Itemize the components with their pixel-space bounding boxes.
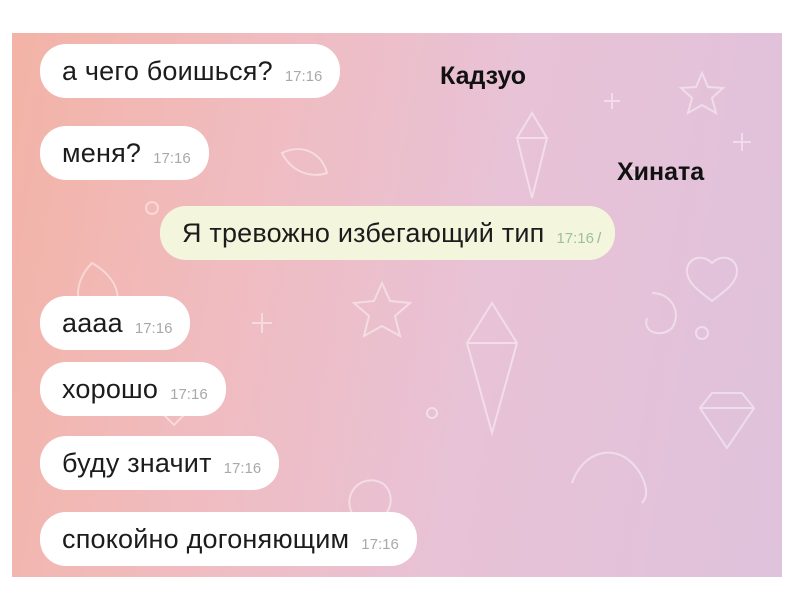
message-text: Я тревожно избегающий тип [182,217,545,248]
message-time: 17:16 [153,149,191,167]
message-bubble[interactable]: меня? 17:16 [40,126,209,180]
message-time: 17:16 [556,229,594,247]
message-time: 17:16 [223,459,262,477]
message-bubble[interactable]: спокойно догоняющим 17:16 [40,512,417,566]
speaker-label-right: Хината [617,158,705,186]
speaker-label-left: Кадзуо [440,62,526,90]
chat-area: а чего боишься? 17:16 меня? 17:16 Я трев… [12,33,782,577]
message-text: а чего боишься? [62,55,273,86]
message-bubble[interactable]: а чего боишься? 17:16 [40,44,341,98]
message-bubble[interactable]: хорошо 17:16 [40,362,226,416]
message-time: 17:16 [170,385,208,403]
message-bubble[interactable]: буду значит 17:16 [40,436,280,490]
message-time: 17:16 [134,319,173,337]
message-time: 17:16 [361,535,399,553]
message-text: хорошо [62,373,159,404]
message-bubble-outgoing[interactable]: Я тревожно избегающий тип 17:16 // [160,206,616,260]
message-text: меня? [62,137,142,168]
message-time: 17:16 [284,67,323,85]
message-text: спокойно догоняющим [62,523,350,554]
message-text: аааа [62,307,123,338]
message-bubble[interactable]: аааа 17:16 [40,296,191,350]
message-text: буду значит [62,447,212,478]
